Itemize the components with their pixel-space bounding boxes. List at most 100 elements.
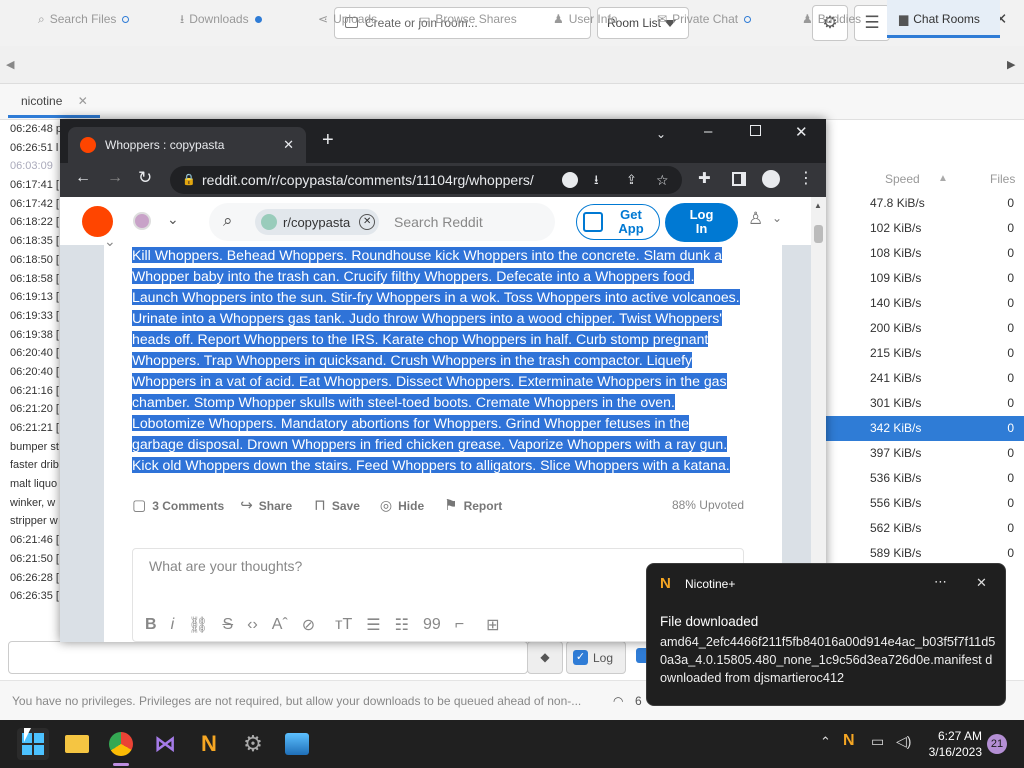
reddit-search-bar[interactable]: ⌕ r/copypasta ✕ Search Reddit: [209, 203, 555, 241]
notification-count-badge[interactable]: 21: [987, 734, 1007, 754]
user-row[interactable]: 109 KiB/s 0: [825, 266, 1024, 291]
user-row[interactable]: 397 KiB/s 0: [825, 441, 1024, 466]
community-avatar-icon[interactable]: [133, 212, 151, 230]
download-notification[interactable]: N Nicotine+ ⋯ ✕ File downloaded amd64_2e…: [646, 563, 1006, 706]
scroll-up-icon[interactable]: ▲: [814, 201, 822, 210]
heading-icon[interactable]: ᴛT: [335, 616, 352, 634]
install-icon[interactable]: ⭳: [594, 166, 599, 194]
active-app-indicator: [113, 763, 129, 766]
reload-icon[interactable]: ↻: [138, 168, 152, 188]
tab-downloads[interactable]: ⭳ Downloads: [180, 0, 262, 38]
volume-icon[interactable]: ◁): [896, 733, 911, 750]
save-button[interactable]: ⊓ Save: [314, 496, 360, 514]
tab-search-files[interactable]: ⌕ Search Files: [38, 0, 130, 38]
user-row[interactable]: 47.8 KiB/s 0: [825, 191, 1024, 216]
maximize-button[interactable]: [750, 125, 761, 136]
nicotine-taskbar-button[interactable]: N: [193, 728, 225, 760]
scrollbar-thumb[interactable]: [814, 225, 823, 243]
chrome-taskbar-button[interactable]: [105, 728, 137, 760]
tab-buddies[interactable]: ♟ Buddies: [802, 0, 861, 38]
profile-icon[interactable]: [762, 170, 780, 188]
scroll-left-icon[interactable]: ◀: [6, 58, 14, 71]
tab-uploads[interactable]: ⋖ Uploads: [318, 0, 377, 38]
nicotine-tray-icon[interactable]: N: [843, 732, 855, 750]
superscript-icon[interactable]: Aˆ: [272, 616, 288, 634]
clear-chip-icon[interactable]: ✕: [359, 214, 376, 230]
user-row[interactable]: 215 KiB/s 0: [825, 341, 1024, 366]
link-icon[interactable]: ⛓: [188, 615, 208, 635]
speed-column-header[interactable]: Speed: [885, 172, 920, 186]
user-row[interactable]: 536 KiB/s 0: [825, 466, 1024, 491]
user-row[interactable]: 200 KiB/s 0: [825, 316, 1024, 341]
downvote-icon[interactable]: ⌄: [104, 233, 116, 250]
chat-message-input[interactable]: [8, 641, 528, 674]
table-icon[interactable]: ⊞: [486, 615, 499, 635]
get-app-button[interactable]: Get App: [576, 204, 660, 240]
file-explorer-button[interactable]: [61, 728, 93, 760]
bold-icon[interactable]: B: [145, 616, 157, 634]
share-icon[interactable]: ⇪: [626, 166, 637, 194]
chevron-down-icon[interactable]: ⌄: [772, 211, 782, 225]
user-row[interactable]: 108 KiB/s 0: [825, 241, 1024, 266]
login-button[interactable]: Log In: [665, 203, 738, 242]
tab-chat-rooms[interactable]: ▆ Chat Rooms: [887, 0, 1000, 38]
close-tab-icon[interactable]: ✕: [78, 94, 88, 108]
user-menu-icon[interactable]: ♙: [748, 209, 763, 229]
numbered-list-icon[interactable]: ☷: [395, 615, 409, 635]
user-row[interactable]: 342 KiB/s 0: [825, 416, 1024, 441]
files-column-header[interactable]: Files: [990, 172, 1015, 186]
close-tab-icon[interactable]: ✕: [283, 137, 294, 153]
lock-icon: 🔒: [182, 174, 196, 186]
tab-browse-shares[interactable]: ▭ Browse Shares: [419, 0, 517, 38]
side-panel-icon[interactable]: [732, 172, 746, 186]
strikethrough-icon[interactable]: S: [222, 616, 233, 634]
report-button[interactable]: ⚑ Report: [444, 496, 502, 514]
subreddit-chip[interactable]: r/copypasta ✕: [255, 209, 379, 235]
room-tab-nicotine[interactable]: nicotine ✕: [8, 84, 100, 118]
show-hidden-icons[interactable]: ⌃: [820, 734, 831, 750]
tab-user-info[interactable]: ♟ User Info: [553, 0, 617, 38]
scroll-right-icon[interactable]: ▶: [1007, 58, 1015, 71]
clock[interactable]: 6:27 AM 3/16/2023: [924, 728, 982, 760]
bullet-list-icon[interactable]: ☰: [366, 615, 380, 635]
start-button[interactable]: [17, 728, 49, 760]
browser-tab[interactable]: Whoppers : copypasta ✕: [68, 127, 306, 163]
photos-taskbar-button[interactable]: [281, 728, 313, 760]
chevron-down-icon[interactable]: ⌄: [167, 211, 179, 228]
chrome-menu-icon[interactable]: ⋮: [798, 168, 814, 188]
user-row[interactable]: 102 KiB/s 0: [825, 216, 1024, 241]
bookmark-star-icon[interactable]: ☆: [656, 166, 669, 194]
close-notification-icon[interactable]: ✕: [976, 575, 987, 591]
reddit-favicon-icon: [80, 137, 96, 153]
user-row[interactable]: 140 KiB/s 0: [825, 291, 1024, 316]
tab-private-chat[interactable]: ✉ Private Chat: [657, 0, 752, 38]
network-icon[interactable]: ▭: [871, 733, 884, 750]
help-button[interactable]: ◆: [527, 641, 563, 674]
spoiler-icon[interactable]: ⊘: [302, 615, 315, 635]
forward-icon[interactable]: →: [107, 169, 123, 187]
inline-code-icon[interactable]: ‹›: [247, 616, 258, 634]
tab-search-icon[interactable]: ⌄: [656, 127, 666, 141]
minimize-button[interactable]: –: [704, 123, 712, 140]
back-icon[interactable]: ←: [75, 169, 91, 187]
chat-line: 06:18:50 [: [10, 253, 59, 266]
hide-button[interactable]: ◎ Hide: [380, 497, 424, 514]
user-row[interactable]: 301 KiB/s 0: [825, 391, 1024, 416]
quote-icon[interactable]: 99: [423, 616, 441, 634]
user-row[interactable]: 562 KiB/s 0: [825, 516, 1024, 541]
settings-taskbar-button[interactable]: ⚙: [237, 728, 269, 760]
code-block-icon[interactable]: ⌐: [455, 616, 464, 634]
visual-studio-button[interactable]: ⋈: [149, 728, 181, 760]
more-options-icon[interactable]: ⋯: [934, 574, 947, 590]
new-tab-icon[interactable]: +: [322, 129, 334, 152]
italic-icon[interactable]: i: [171, 616, 175, 634]
address-bar[interactable]: 🔒 reddit.com/r/copypasta/comments/11104r…: [170, 166, 682, 194]
log-toggle[interactable]: ✓ Log: [566, 641, 626, 674]
google-lens-icon[interactable]: [562, 172, 578, 188]
user-row[interactable]: 241 KiB/s 0: [825, 366, 1024, 391]
extensions-icon[interactable]: ✚: [698, 169, 711, 187]
user-row[interactable]: 556 KiB/s 0: [825, 491, 1024, 516]
share-button[interactable]: ↪ Share: [240, 496, 292, 514]
comments-button[interactable]: ▢ 3 Comments: [132, 496, 224, 514]
close-button[interactable]: ✕: [795, 123, 808, 141]
